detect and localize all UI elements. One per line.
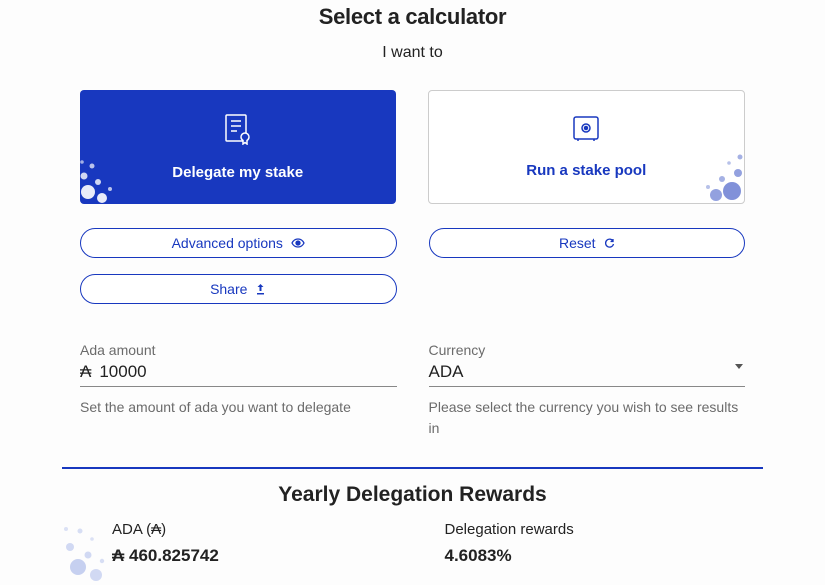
amount-help: Set the amount of ada you want to delega… (80, 397, 397, 418)
chevron-down-icon (735, 364, 743, 369)
amount-field-wrap[interactable]: ₳ (80, 362, 397, 387)
page-subtitle: I want to (80, 44, 745, 62)
share-button[interactable]: Share (80, 274, 397, 304)
upload-icon (255, 283, 266, 295)
safe-icon (571, 115, 601, 148)
currency-value: ADA (429, 362, 746, 382)
currency-help: Please select the currency you wish to s… (429, 397, 746, 439)
currency-select[interactable]: ADA (429, 362, 746, 387)
decorative-dots-icon (80, 144, 140, 204)
certificate-icon (223, 113, 253, 150)
rewards-delegation-label: Delegation rewards (445, 521, 746, 538)
advanced-options-label: Advanced options (172, 235, 283, 251)
refresh-icon (604, 238, 615, 249)
section-divider (62, 467, 763, 469)
amount-label: Ada amount (80, 342, 397, 358)
eye-icon (291, 238, 305, 248)
reset-label: Reset (559, 235, 596, 251)
delegate-card-label: Delegate my stake (172, 164, 303, 181)
rewards-ada-label: ADA (₳) (112, 521, 413, 538)
rewards-title: Yearly Delegation Rewards (80, 483, 745, 507)
rewards-ada-value: ₳ 460.825742 (112, 546, 413, 566)
pool-card-label: Run a stake pool (526, 162, 646, 179)
stake-pool-card[interactable]: Run a stake pool (428, 90, 746, 204)
amount-input[interactable] (99, 362, 396, 382)
ada-symbol-icon: ₳ (80, 362, 91, 382)
page-title: Select a calculator (80, 4, 745, 30)
rewards-delegation-value: 4.6083% (445, 546, 746, 566)
decorative-dots-icon (674, 133, 744, 203)
currency-label: Currency (429, 342, 746, 358)
reset-button[interactable]: Reset (429, 228, 746, 258)
advanced-options-button[interactable]: Advanced options (80, 228, 397, 258)
share-label: Share (210, 281, 247, 297)
delegate-stake-card[interactable]: Delegate my stake (80, 90, 396, 204)
